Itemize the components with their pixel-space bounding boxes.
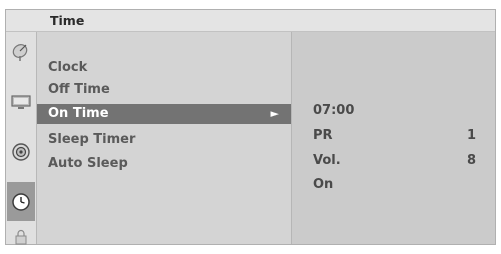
menu-item-label: Auto Sleep (48, 156, 128, 171)
clock-icon[interactable] (7, 182, 35, 221)
menu-item-on-time[interactable]: On Time ► (37, 104, 291, 124)
osd-menu-panel: Time Clock Off Time On Time ► Sleep Time… (5, 9, 496, 245)
on-time-settings-panel: 07:00 PR 1 Vol. 8 On (292, 32, 495, 244)
time-menu-list: Clock Off Time On Time ► Sleep Timer Aut… (37, 32, 291, 244)
menu-item-label: Off Time (48, 82, 110, 97)
monitor-icon[interactable] (7, 82, 35, 121)
on-time-state[interactable]: On (313, 177, 333, 192)
on-time-value[interactable]: 07:00 (313, 103, 354, 118)
menu-item-label: Clock (48, 60, 88, 75)
menu-title: Time (50, 13, 85, 28)
menu-item-auto-sleep[interactable]: Auto Sleep (37, 154, 291, 174)
submenu-arrow-icon: ► (270, 107, 279, 120)
program-value[interactable]: 1 (467, 128, 476, 143)
volume-value[interactable]: 8 (467, 153, 476, 168)
menu-item-sleep-timer[interactable]: Sleep Timer (37, 130, 291, 150)
menu-header: Time (6, 10, 495, 32)
menu-item-clock[interactable]: Clock (37, 58, 291, 78)
menu-item-label: Sleep Timer (48, 132, 136, 147)
lock-icon[interactable] (7, 228, 35, 246)
category-icon-bar (6, 32, 37, 246)
volume-label: Vol. (313, 153, 341, 168)
menu-item-label: On Time (48, 106, 109, 121)
menu-item-off-time[interactable]: Off Time (37, 80, 291, 100)
satellite-dish-icon[interactable] (7, 32, 35, 71)
speaker-icon[interactable] (7, 132, 35, 171)
program-label: PR (313, 128, 333, 143)
